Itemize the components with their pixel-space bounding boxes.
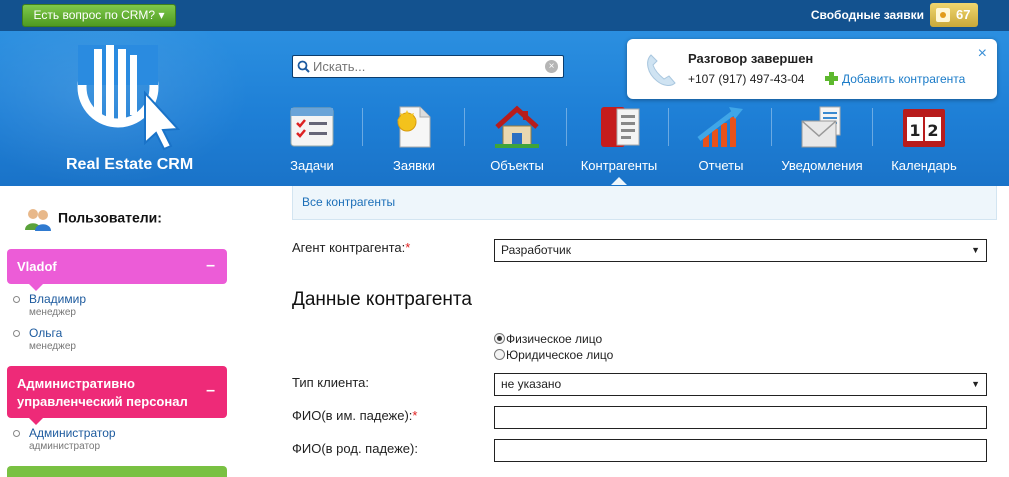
clear-search-icon[interactable]: × [545,60,558,73]
user-role: менеджер [29,341,76,352]
nav-requests[interactable]: Заявки [383,105,445,185]
free-requests-count: 67 [956,7,971,22]
client-type-value: не указано [501,377,562,391]
popup-title: Разговор завершен [688,51,814,66]
user-role: менеджер [29,307,76,318]
add-contact-link[interactable]: Добавить контрагента [825,72,965,86]
group-pointer [29,418,43,425]
fio-genitive-label: ФИО(в род. падеже): [292,441,418,456]
radio-legal-entity[interactable]: Юридическое лицо [494,348,613,362]
house-icon [495,105,539,148]
free-requests-label: Свободные заявки [810,8,924,22]
radio-label: Физическое лицо [506,332,603,346]
section-title: Данные контрагента [292,289,472,310]
nav-notifications[interactable]: Уведомления [776,105,868,185]
dropdown-arrow-icon: ▼ [971,245,980,255]
active-tab-pointer [611,177,627,185]
call-ended-popup: Разговор завершен +107 (917) 497-43-04 Д… [627,39,997,99]
bullet-icon [13,296,20,303]
group-name: Vladof [17,259,57,274]
nav-divider [362,108,363,146]
nav-calendar-label: Календарь [891,158,957,173]
collapse-icon[interactable]: – [206,257,215,275]
svg-text:2: 2 [927,121,938,140]
phone-icon [647,54,676,86]
ask-question-button[interactable]: Есть вопрос по CRM? ▾ [22,4,176,27]
breadcrumb-all-contacts[interactable]: Все контрагенты [302,195,395,209]
nav-objects[interactable]: Объекты [481,105,553,185]
client-type-label: Тип клиента: [292,375,370,390]
agent-select-value: Разработчик [501,243,571,257]
agent-field-label: Агент контрагента:* [292,240,411,255]
users-heading: Пользователи: [24,206,162,232]
radio-label: Юридическое лицо [506,348,614,362]
fio-nominative-input[interactable] [494,406,987,429]
nav-requests-label: Заявки [393,158,435,173]
users-sidebar: Пользователи: Vladof – Владимир менеджер… [0,186,250,477]
envelope-icon [801,106,841,148]
user-name[interactable]: Владимир [29,292,86,306]
radio-individual[interactable]: Физическое лицо [494,332,602,346]
fio-nominative-label: ФИО(в им. падеже):* [292,408,418,423]
user-name[interactable]: Администратор [29,426,116,440]
nav-tasks-label: Задачи [290,158,334,173]
nav-reports-label: Отчеты [698,158,744,173]
required-mark: * [405,240,411,255]
logo-icon[interactable] [50,43,190,153]
top-bar: Есть вопрос по CRM? ▾ Свободные заявки 6… [0,0,1009,31]
radio-checked-icon[interactable] [494,333,505,344]
chevron-down-icon: ▾ [158,8,165,22]
nav-divider [872,108,873,146]
required-mark: * [412,408,418,423]
nav-contacts[interactable]: Контрагенты [574,105,664,185]
close-icon[interactable]: × [978,45,987,63]
group-pointer [29,284,43,291]
nav-calendar[interactable]: 1 2 Календарь [883,105,965,185]
collapse-icon[interactable]: – [206,382,215,400]
nav-objects-label: Объекты [490,158,544,173]
search-input[interactable] [313,58,541,75]
chart-growth-icon [697,107,743,147]
calendar-icon: 1 2 [903,109,945,147]
nav-reports[interactable]: Отчеты [690,105,752,185]
request-icon [936,8,950,22]
nav-contacts-label: Контрагенты [580,158,658,173]
user-group-collapsed[interactable] [7,466,227,477]
nav-divider [771,108,772,146]
user-group-vladof[interactable]: Vladof – [7,249,227,291]
nav-divider [668,108,669,146]
search-icon [297,60,310,73]
users-heading-label: Пользователи: [58,209,162,226]
user-group-admin-staff[interactable]: Административно управленческий персонал – [7,366,227,425]
nav-tasks[interactable]: Задачи [281,105,343,185]
user-role: администратор [29,441,101,452]
group-name: Административно управленческий персонал [17,376,188,409]
users-icon [25,209,51,231]
radio-unchecked-icon[interactable] [494,349,505,360]
brand-name: Real Estate CRM [66,156,194,173]
ask-question-label: Есть вопрос по CRM? [33,8,156,22]
nav-notifications-label: Уведомления [781,158,863,173]
bullet-icon [13,330,20,337]
plus-icon [825,72,838,85]
bullet-icon [13,430,20,437]
dropdown-arrow-icon: ▼ [971,379,980,389]
tasks-icon [290,107,334,147]
user-name[interactable]: Ольга [29,326,62,340]
nav-divider [464,108,465,146]
free-requests-badge[interactable]: 67 [930,3,978,27]
contacts-book-icon [601,107,640,147]
search-box[interactable]: × [292,55,564,78]
fio-genitive-input[interactable] [494,439,987,462]
agent-select[interactable]: Разработчик ▼ [494,239,987,262]
requests-icon [397,106,431,148]
svg-text:1: 1 [909,121,920,140]
nav-divider [566,108,567,146]
caller-phone-number: +107 (917) 497-43-04 [688,72,805,86]
client-type-select[interactable]: не указано ▼ [494,373,987,396]
add-contact-label: Добавить контрагента [842,72,966,86]
breadcrumb: Все контрагенты [292,186,997,220]
